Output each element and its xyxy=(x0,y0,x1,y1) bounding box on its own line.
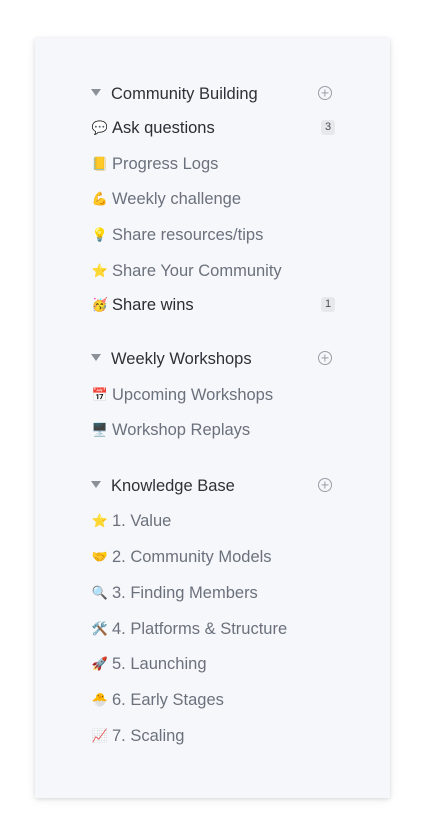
calendar-icon: 📅 xyxy=(91,387,109,402)
channel-item-upcoming-workshops[interactable]: 📅 Upcoming Workshops xyxy=(35,384,390,408)
star-icon: ⭐ xyxy=(91,513,109,528)
channel-item-workshop-replays[interactable]: 🖥️ Workshop Replays xyxy=(35,419,390,443)
hammer-and-wrench-icon: 🛠️ xyxy=(91,621,109,636)
channel-item-share-your-community[interactable]: ⭐ Share Your Community xyxy=(35,260,390,284)
channel-item-share-wins[interactable]: 🥳 Share wins 1 xyxy=(35,294,390,318)
sidebar-panel: Community Building 💬 Ask questions 3 📒 P… xyxy=(35,38,390,798)
desktop-computer-icon: 🖥️ xyxy=(91,422,109,437)
caret-down-icon[interactable] xyxy=(91,354,101,361)
channel-label: 3. Finding Members xyxy=(112,584,258,602)
channel-label: Upcoming Workshops xyxy=(112,386,274,404)
party-face-icon: 🥳 xyxy=(91,297,109,312)
section-title: Knowledge Base xyxy=(111,477,235,495)
section-header[interactable]: Community Building xyxy=(35,83,390,107)
channel-label: 6. Early Stages xyxy=(112,691,224,709)
light-bulb-icon: 💡 xyxy=(91,227,109,242)
star-icon: ⭐ xyxy=(91,263,109,278)
magnifying-glass-icon: 🔍 xyxy=(91,585,109,600)
handshake-icon: 🤝 xyxy=(91,549,109,564)
add-channel-button[interactable] xyxy=(318,351,332,365)
channel-label: 5. Launching xyxy=(112,655,207,673)
channel-item-ask-questions[interactable]: 💬 Ask questions 3 xyxy=(35,117,390,141)
rocket-icon: 🚀 xyxy=(91,656,109,671)
channel-item-launching[interactable]: 🚀 5. Launching xyxy=(35,653,390,677)
caret-down-icon[interactable] xyxy=(91,481,101,488)
channel-label: Weekly challenge xyxy=(112,190,242,208)
section-community-building: Community Building 💬 Ask questions 3 📒 P… xyxy=(35,83,390,314)
add-channel-button[interactable] xyxy=(318,86,332,100)
channel-label: 7. Scaling xyxy=(112,727,185,745)
channel-label: Ask questions xyxy=(112,119,215,137)
channel-label: Workshop Replays xyxy=(112,421,251,439)
flexed-bicep-icon: 💪 xyxy=(91,191,109,206)
section-knowledge-base: Knowledge Base ⭐ 1. Value 🤝 2. Community… xyxy=(35,475,390,745)
channel-label: Share Your Community xyxy=(112,262,282,280)
section-weekly-workshops: Weekly Workshops 📅 Upcoming Workshops 🖥️… xyxy=(35,348,390,439)
channel-item-platforms-structure[interactable]: 🛠️ 4. Platforms & Structure xyxy=(35,618,390,642)
channel-item-early-stages[interactable]: 🐣 6. Early Stages xyxy=(35,689,390,713)
channel-item-progress-logs[interactable]: 📒 Progress Logs xyxy=(35,153,390,177)
speech-bubble-icon: 💬 xyxy=(91,120,109,135)
channel-label: Progress Logs xyxy=(112,155,219,173)
channel-item-share-resources[interactable]: 💡 Share resources/tips xyxy=(35,224,390,248)
channel-label: 2. Community Models xyxy=(112,548,272,566)
section-title: Community Building xyxy=(111,85,258,103)
hatching-chick-icon: 🐣 xyxy=(91,692,109,707)
section-header[interactable]: Weekly Workshops xyxy=(35,348,390,372)
channel-label: 4. Platforms & Structure xyxy=(112,620,288,638)
channel-label: 1. Value xyxy=(112,512,172,530)
notebook-icon: 📒 xyxy=(91,156,109,171)
add-channel-button[interactable] xyxy=(318,478,332,492)
channel-item-community-models[interactable]: 🤝 2. Community Models xyxy=(35,546,390,570)
channel-label: Share wins xyxy=(112,296,194,314)
channel-item-finding-members[interactable]: 🔍 3. Finding Members xyxy=(35,582,390,606)
channel-item-weekly-challenge[interactable]: 💪 Weekly challenge xyxy=(35,188,390,212)
section-title: Weekly Workshops xyxy=(111,350,252,368)
channel-item-scaling[interactable]: 📈 7. Scaling xyxy=(35,725,390,749)
channel-item-value[interactable]: ⭐ 1. Value xyxy=(35,510,390,534)
unread-count-badge: 3 xyxy=(321,120,335,135)
channel-label: Share resources/tips xyxy=(112,226,264,244)
caret-down-icon[interactable] xyxy=(91,89,101,96)
chart-increasing-icon: 📈 xyxy=(91,728,109,743)
section-header[interactable]: Knowledge Base xyxy=(35,475,390,499)
unread-count-badge: 1 xyxy=(321,297,335,312)
